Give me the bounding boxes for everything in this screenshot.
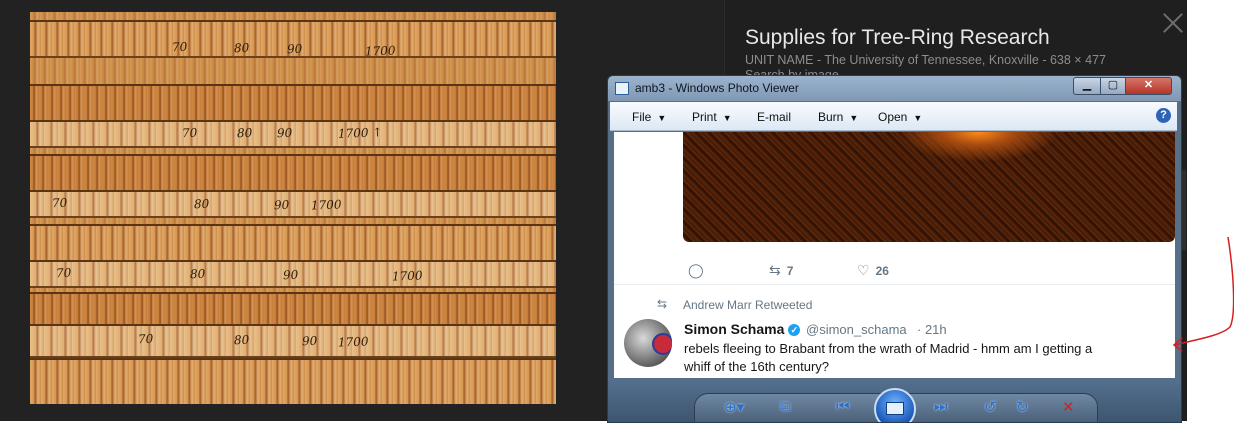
tree-core <box>30 84 556 122</box>
rotate-cw-icon[interactable]: ↻ <box>1016 398 1029 416</box>
help-icon[interactable]: ? <box>1156 108 1171 123</box>
tree-core: 70 80 90 1700 <box>30 324 556 358</box>
delete-icon[interactable]: ✕ <box>1062 398 1075 416</box>
menu-open[interactable]: Open ▼ <box>878 110 922 124</box>
previous-icon[interactable]: ⏮ <box>836 398 850 415</box>
chevron-down-icon: ▼ <box>913 113 923 123</box>
tree-core <box>30 358 556 404</box>
actual-size-icon[interactable]: ⧉ <box>780 398 791 415</box>
chevron-down-icon: ▼ <box>657 113 667 123</box>
tree-core: 70 80 90 1700 <box>30 260 556 288</box>
core-mark: 90 <box>286 41 303 57</box>
image-source: UNIT NAME - The University of Tennessee,… <box>745 53 1106 67</box>
window-title: amb3 - Windows Photo Viewer <box>635 81 799 95</box>
tweet-time[interactable]: · 21h <box>917 322 947 337</box>
retweet-action[interactable]: ⇆ 7 <box>769 262 793 279</box>
next-icon[interactable]: ⏭ <box>934 398 948 415</box>
rotate-ccw-icon[interactable]: ↺ <box>984 398 997 416</box>
core-mark: 90 <box>276 125 293 141</box>
core-mark: 90 <box>282 267 299 283</box>
heart-icon: ♡ <box>857 262 870 278</box>
close-button[interactable]: ✕ <box>1125 77 1172 95</box>
photo-viewer-app-icon <box>615 82 629 95</box>
viewer-controls: ⊕▾ ⧉ ⏮ ⏭ ↺ ↻ ✕ <box>608 380 1181 422</box>
slideshow-screen <box>886 402 904 415</box>
chevron-down-icon: ▼ <box>849 113 859 123</box>
menu-email[interactable]: E-mail <box>757 110 791 124</box>
menu-burn[interactable]: Burn ▼ <box>818 110 858 124</box>
reply-action[interactable]: ◯ <box>688 262 710 279</box>
tree-core <box>30 224 556 262</box>
core-mark: 80 <box>189 266 206 282</box>
core-mark: 1700 <box>391 268 423 284</box>
core-mark: 70 <box>137 331 154 347</box>
core-mark: 90 <box>301 333 318 349</box>
tweet-author-handle[interactable]: @simon_schama <box>806 322 907 337</box>
minimize-button[interactable]: ▁ <box>1073 77 1101 95</box>
avatar[interactable] <box>624 319 672 367</box>
tweet-text-line: rebels fleeing to Brabant from the wrath… <box>684 341 1093 356</box>
core-mark: 1700 <box>337 334 369 350</box>
retweet-icon: ⇆ <box>769 262 781 278</box>
red-pen-annotation-icon <box>1172 236 1234 352</box>
window-titlebar[interactable]: amb3 - Windows Photo Viewer ▁ ▢ ✕ <box>608 76 1181 101</box>
chevron-down-icon: ▼ <box>722 113 732 123</box>
tweet-image <box>683 132 1175 242</box>
tree-ring-image[interactable]: 70 80 90 1700 70 80 90 1700 ↑ 70 80 90 1… <box>30 12 556 404</box>
image-title[interactable]: Supplies for Tree-Ring Research <box>745 26 1050 50</box>
displayed-photo: ◯ ⇆ 7 ♡ 26 ⇆ Andrew Marr Retweeted Simon S… <box>614 132 1175 378</box>
maximize-button[interactable]: ▢ <box>1100 77 1126 95</box>
core-mark: 70 <box>171 39 188 55</box>
like-action[interactable]: ♡ 26 <box>857 262 889 279</box>
core-mark: 80 <box>236 125 253 141</box>
retweet-icon: ⇆ <box>657 297 668 311</box>
verified-icon: ✓ <box>788 324 801 336</box>
core-mark: 80 <box>233 332 250 348</box>
core-mark: 1700 <box>364 43 396 59</box>
tree-core <box>30 292 556 326</box>
core-mark: 80 <box>193 196 210 212</box>
reply-icon: ◯ <box>688 262 704 278</box>
photo-viewer-window: amb3 - Windows Photo Viewer ▁ ▢ ✕ File ▼ … <box>607 75 1182 423</box>
core-mark: 90 <box>273 197 290 213</box>
menu-print[interactable]: Print ▼ <box>692 110 732 124</box>
tree-core: 70 80 90 1700 <box>30 20 556 59</box>
avatar-badge <box>652 333 672 355</box>
tweet-author-name[interactable]: Simon Schama ✓ <box>684 321 804 337</box>
menu-bar: File ▼ Print ▼ E-mail Burn ▼ Open ▼ ? <box>610 102 1177 131</box>
core-mark: 70 <box>51 195 68 211</box>
tree-core <box>30 154 556 192</box>
slideshow-icon[interactable] <box>874 388 916 422</box>
core-mark: 70 <box>181 125 198 141</box>
tree-core: 70 80 90 1700 <box>30 190 556 218</box>
menu-file[interactable]: File ▼ <box>632 110 666 124</box>
retweeted-by-label: Andrew Marr Retweeted <box>683 298 813 312</box>
zoom-icon[interactable]: ⊕▾ <box>724 398 744 416</box>
core-mark: 80 <box>233 40 250 56</box>
core-mark: 70 <box>55 265 72 281</box>
tree-core: 70 80 90 1700 ↑ <box>30 120 556 148</box>
core-mark: 1700 ↑ <box>337 125 383 141</box>
close-x-icon[interactable] <box>1160 10 1186 36</box>
tweet-divider <box>614 284 1175 285</box>
tweet-text-line: whiff of the 16th century? <box>684 359 830 374</box>
core-mark: 1700 <box>310 197 342 213</box>
